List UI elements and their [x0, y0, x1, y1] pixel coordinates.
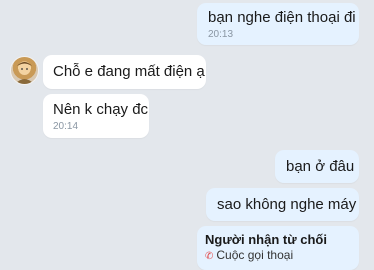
call-status-title: Người nhận từ chối	[205, 232, 327, 247]
contact-avatar[interactable]	[10, 56, 39, 85]
message-time: 20:14	[53, 121, 79, 132]
message-text: bạn ở đâu	[286, 158, 355, 175]
call-declined-card[interactable]: Người nhận từ chối ✆ Cuộc gọi thoại	[197, 226, 359, 270]
received-message-bubble[interactable]: Nên k chạy đc 20:14	[43, 94, 149, 138]
message-text: bạn nghe điện thoại đi	[208, 9, 356, 26]
received-message-bubble[interactable]: Chỗ e đang mất điện ạ	[43, 55, 206, 89]
call-type-label: Cuộc gọi thoại	[216, 248, 294, 262]
message-text: Nên k chạy đc	[53, 101, 149, 118]
sent-message-bubble[interactable]: sao không nghe máy	[206, 188, 359, 221]
sent-message-bubble[interactable]: bạn ở đâu	[275, 150, 359, 183]
message-text: Chỗ e đang mất điện ạ	[53, 63, 205, 80]
call-type-row: ✆ Cuộc gọi thoại	[205, 248, 351, 264]
sent-message-bubble[interactable]: bạn nghe điện thoại đi 20:13	[197, 3, 359, 45]
message-text: sao không nghe máy	[217, 196, 357, 213]
avatar-image	[15, 62, 34, 84]
message-time: 20:13	[208, 29, 234, 40]
